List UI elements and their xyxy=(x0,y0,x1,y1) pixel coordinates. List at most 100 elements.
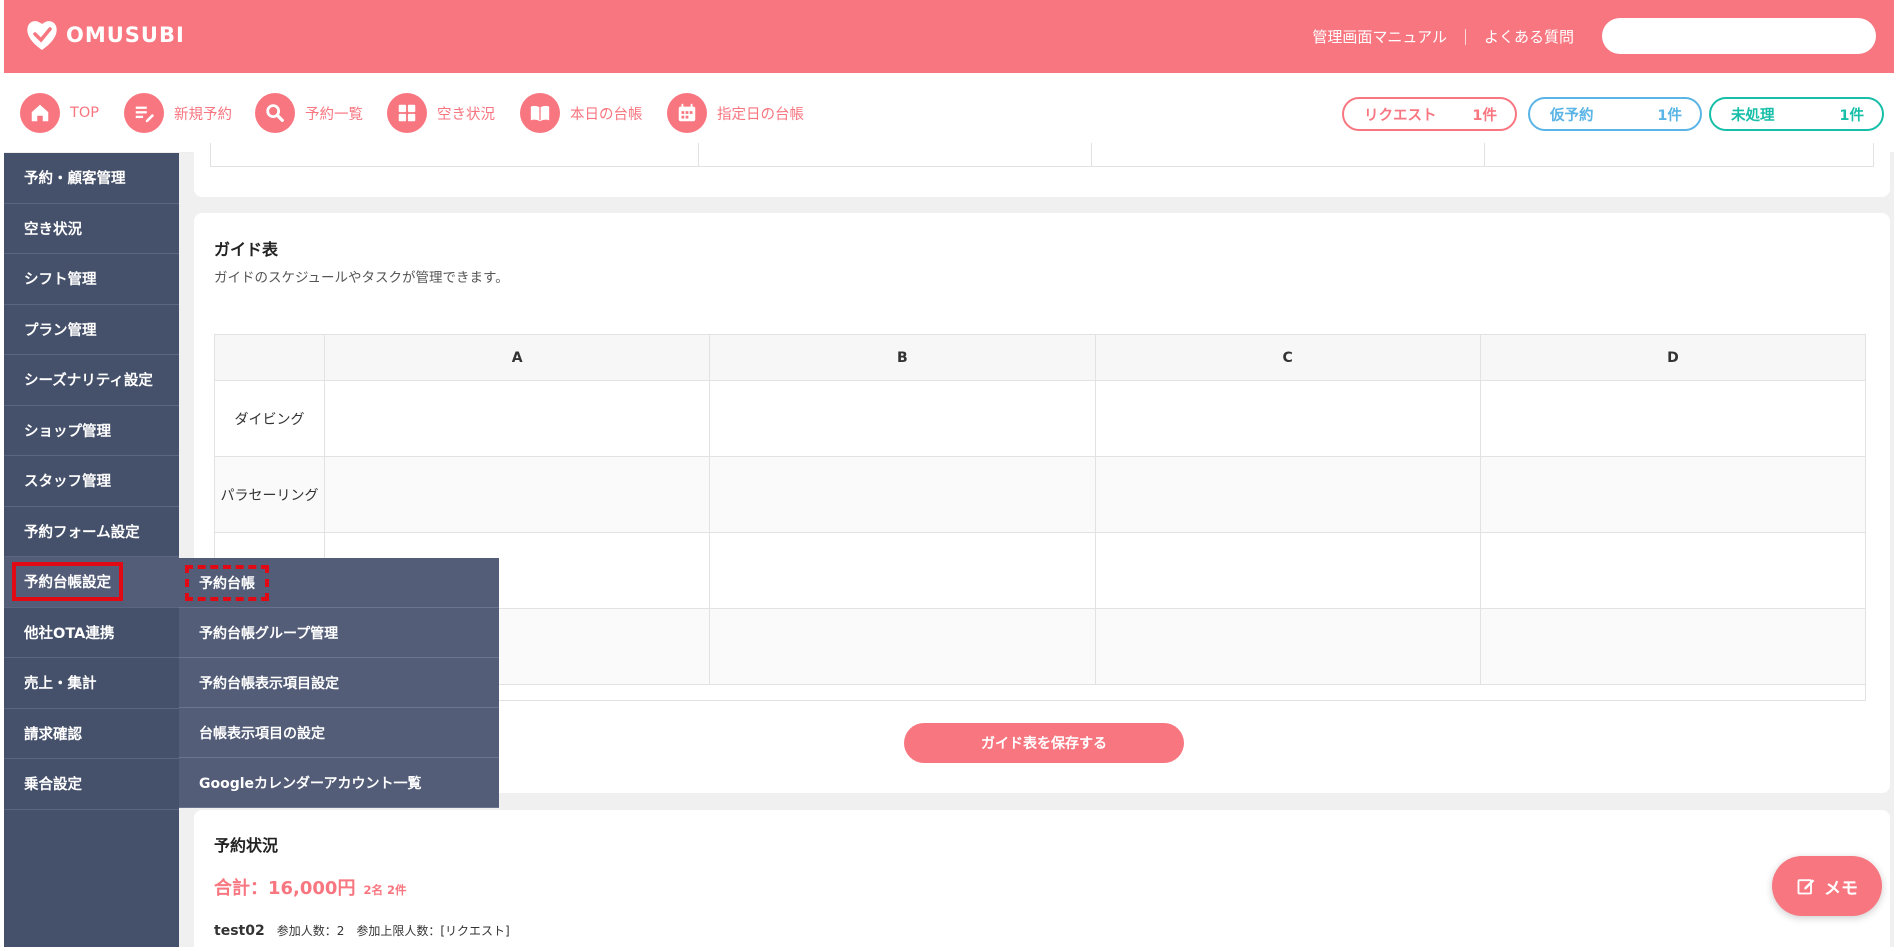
sidebar-item-label: シーズナリティ設定 xyxy=(24,373,153,390)
nav-date-ledger[interactable]: 指定日の台帳 xyxy=(667,93,804,133)
total-sub: 2名 2件 xyxy=(363,883,407,897)
sidebar-item-billing[interactable]: 請求確認 xyxy=(4,709,179,759)
nav-today-ledger[interactable]: 本日の台帳 xyxy=(520,93,643,133)
book-icon xyxy=(520,93,560,133)
submenu-item-label: 予約台帳表示項目設定 xyxy=(199,675,339,692)
divider xyxy=(1464,28,1466,45)
guide-cell[interactable] xyxy=(1479,532,1867,609)
badge-label: リクエスト xyxy=(1364,107,1437,124)
row-label: パラセーリング xyxy=(214,456,325,533)
submenu-item-label: Googleカレンダーアカウント一覧 xyxy=(199,775,422,792)
guide-cell[interactable] xyxy=(1094,608,1481,685)
header-search-input[interactable] xyxy=(1602,18,1876,54)
manual-link[interactable]: 管理画面マニュアル xyxy=(1312,26,1447,47)
nav-label: 空き状況 xyxy=(437,106,495,123)
corner-cell xyxy=(214,334,325,381)
nav-reservation-list[interactable]: 予約一覧 xyxy=(255,93,363,133)
faq-link[interactable]: よくある質問 xyxy=(1484,26,1574,47)
submenu-item-ledger-display[interactable]: 予約台帳表示項目設定 xyxy=(179,658,499,708)
ledger-settings-submenu: 予約台帳 予約台帳グループ管理 予約台帳表示項目設定 台帳表示項目の設定 Goo… xyxy=(179,558,499,808)
nav-label: 新規予約 xyxy=(174,106,232,123)
participant-limit: 参加上限人数：[リクエスト] xyxy=(356,924,510,938)
memo-button[interactable]: メモ xyxy=(1772,856,1882,916)
guide-cell[interactable] xyxy=(709,608,1096,685)
guide-row: ダイビング xyxy=(214,380,1867,457)
unprocessed-badge[interactable]: 未処理 1件 xyxy=(1709,97,1884,131)
nav-top[interactable]: TOP xyxy=(20,93,99,133)
guide-cell[interactable] xyxy=(709,532,1096,609)
edit-list-icon xyxy=(124,93,164,133)
column-header: D xyxy=(1479,334,1867,381)
sidebar-item-form[interactable]: 予約フォーム設定 xyxy=(4,507,179,557)
row-label: ダイビング xyxy=(214,380,325,457)
submenu-item-display-settings[interactable]: 台帳表示項目の設定 xyxy=(179,708,499,758)
guide-cell[interactable] xyxy=(1094,380,1481,457)
grid-icon xyxy=(387,93,427,133)
guide-cell[interactable] xyxy=(1479,456,1867,533)
total-amount: 合計：16,000円 2名 2件 xyxy=(214,874,406,900)
logo-text: OMUSUBI xyxy=(66,23,185,47)
nav-availability[interactable]: 空き状況 xyxy=(387,93,495,133)
sidebar: 予約・顧客管理 空き状況 シフト管理 プラン管理 シーズナリティ設定 ショップ管… xyxy=(4,153,179,947)
guide-description: ガイドのスケジュールやタスクが管理できます。 xyxy=(214,270,509,286)
reservation-status-card: 予約状況 合計：16,000円 2名 2件 test02 参加人数：2 参加上限… xyxy=(194,810,1890,947)
sidebar-item-availability[interactable]: 空き状況 xyxy=(4,204,179,254)
home-icon xyxy=(20,93,60,133)
submenu-item-label: 予約台帳グループ管理 xyxy=(199,625,339,642)
submenu-item-google-calendar[interactable]: Googleカレンダーアカウント一覧 xyxy=(179,758,499,808)
sidebar-item-shared-ride[interactable]: 乗合設定 xyxy=(4,759,179,810)
top-header: OMUSUBI 管理画面マニュアル よくある質問 xyxy=(4,0,1894,73)
guide-cell[interactable] xyxy=(709,380,1096,457)
guide-cell[interactable] xyxy=(709,456,1096,533)
sidebar-item-sales[interactable]: 売上・集計 xyxy=(4,658,179,709)
request-badge[interactable]: リクエスト 1件 xyxy=(1342,97,1517,131)
nav-label: 指定日の台帳 xyxy=(717,106,804,123)
guide-header-row: A B C D xyxy=(214,334,1867,381)
sidebar-item-ledger-settings[interactable]: 予約台帳設定 xyxy=(4,557,179,608)
sidebar-item-plan[interactable]: プラン管理 xyxy=(4,305,179,355)
guide-cell[interactable] xyxy=(1479,380,1867,457)
guide-cell[interactable] xyxy=(323,456,711,533)
nav-new-reservation[interactable]: 新規予約 xyxy=(124,93,232,133)
tentative-badge[interactable]: 仮予約 1件 xyxy=(1528,97,1702,131)
calendar-icon xyxy=(667,93,707,133)
previous-table xyxy=(210,143,1874,167)
sidebar-item-reservations[interactable]: 予約・顧客管理 xyxy=(4,153,179,204)
column-header: B xyxy=(709,334,1096,381)
guide-cell[interactable] xyxy=(1479,608,1867,685)
nav-label: 本日の台帳 xyxy=(570,106,643,123)
sidebar-item-label: プラン管理 xyxy=(24,322,97,339)
submenu-item-label: 台帳表示項目の設定 xyxy=(199,725,325,742)
app-frame: OMUSUBI 管理画面マニュアル よくある質問 TOP 新規予約 予約一覧 空… xyxy=(4,0,1894,947)
header-links: 管理画面マニュアル よくある質問 xyxy=(1312,26,1574,47)
sidebar-item-shift[interactable]: シフト管理 xyxy=(4,254,179,305)
sidebar-item-label: 乗合設定 xyxy=(24,777,82,794)
search-icon xyxy=(255,93,295,133)
guide-cell[interactable] xyxy=(323,380,711,457)
sidebar-item-seasonality[interactable]: シーズナリティ設定 xyxy=(4,355,179,406)
submenu-item-label: 予約台帳 xyxy=(185,564,269,601)
guide-cell[interactable] xyxy=(1094,456,1481,533)
sidebar-item-ota[interactable]: 他社OTA連携 xyxy=(4,608,179,658)
submenu-item-ledger-group[interactable]: 予約台帳グループ管理 xyxy=(179,608,499,658)
status-title: 予約状況 xyxy=(214,836,279,855)
sidebar-item-label: シフト管理 xyxy=(24,272,97,289)
submenu-item-ledger[interactable]: 予約台帳 xyxy=(179,558,499,608)
save-guide-button[interactable]: ガイド表を保存する xyxy=(904,723,1184,763)
reservation-row[interactable]: test02 参加人数：2 参加上限人数：[リクエスト] xyxy=(214,922,510,939)
sidebar-item-label: 他社OTA連携 xyxy=(24,625,115,642)
nav-label: 予約一覧 xyxy=(305,106,363,123)
previous-card xyxy=(194,140,1890,197)
guide-title: ガイド表 xyxy=(214,240,279,259)
sidebar-item-shop[interactable]: ショップ管理 xyxy=(4,406,179,456)
sidebar-item-label: 売上・集計 xyxy=(24,676,97,693)
guide-row: パラセーリング xyxy=(214,456,1867,533)
sidebar-item-label: スタッフ管理 xyxy=(24,474,111,491)
sidebar-item-label: ショップ管理 xyxy=(24,423,111,440)
logo[interactable]: OMUSUBI xyxy=(24,18,185,52)
edit-icon xyxy=(1797,879,1815,895)
sidebar-item-label: 空き状況 xyxy=(24,221,82,238)
sidebar-item-staff[interactable]: スタッフ管理 xyxy=(4,456,179,507)
guide-cell[interactable] xyxy=(1094,532,1481,609)
badge-label: 仮予約 xyxy=(1550,107,1594,124)
